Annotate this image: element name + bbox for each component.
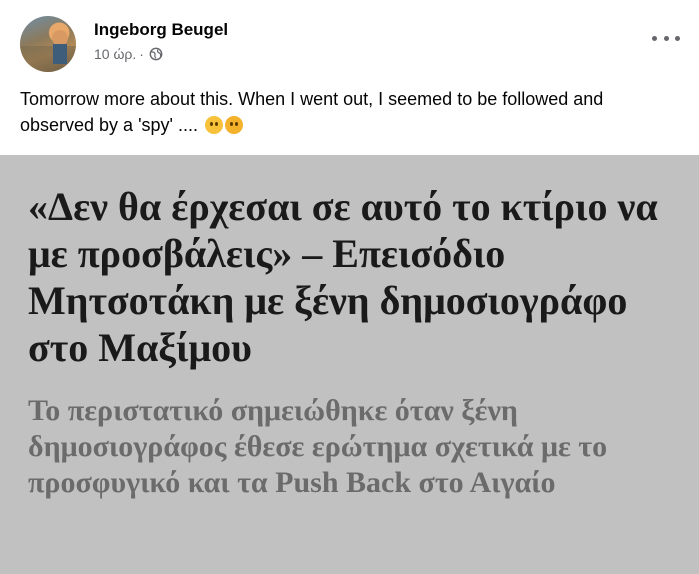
- post-text-container: Tomorrow more about this. When I went ou…: [20, 86, 680, 138]
- article-headline: «Δεν θα έρχεσαι σε αυτό το κτίριο να με …: [28, 184, 658, 370]
- dot: [663, 35, 669, 41]
- avatar-photo: [20, 30, 76, 72]
- article-subheadline: Το περιστατικό σημειώθηκε όταν ξένη δημο…: [28, 394, 608, 499]
- post-header: Ingeborg Beugel 10 ώρ. ·: [20, 16, 680, 74]
- article-preview[interactable]: «Δεν θα έρχεσαι σε αυτό το κτίριο να με …: [0, 155, 699, 574]
- post-time[interactable]: 10 ώρ.: [94, 46, 136, 62]
- globe-icon[interactable]: [149, 47, 163, 61]
- dot: [652, 35, 657, 41]
- post-meta: 10 ώρ. ·: [94, 46, 163, 62]
- more-options-icon[interactable]: [652, 28, 680, 48]
- author-name[interactable]: Ingeborg Beugel: [94, 20, 228, 40]
- thinking-face-emoji: [204, 116, 223, 134]
- post-text: Tomorrow more about this. When I went ou…: [20, 89, 604, 135]
- shocked-face-emoji: [224, 116, 243, 134]
- dot: [675, 35, 680, 41]
- avatar[interactable]: [20, 16, 76, 72]
- facebook-post: Ingeborg Beugel 10 ώρ. · Tomorrow more a…: [0, 0, 699, 574]
- meta-separator: ·: [139, 46, 144, 62]
